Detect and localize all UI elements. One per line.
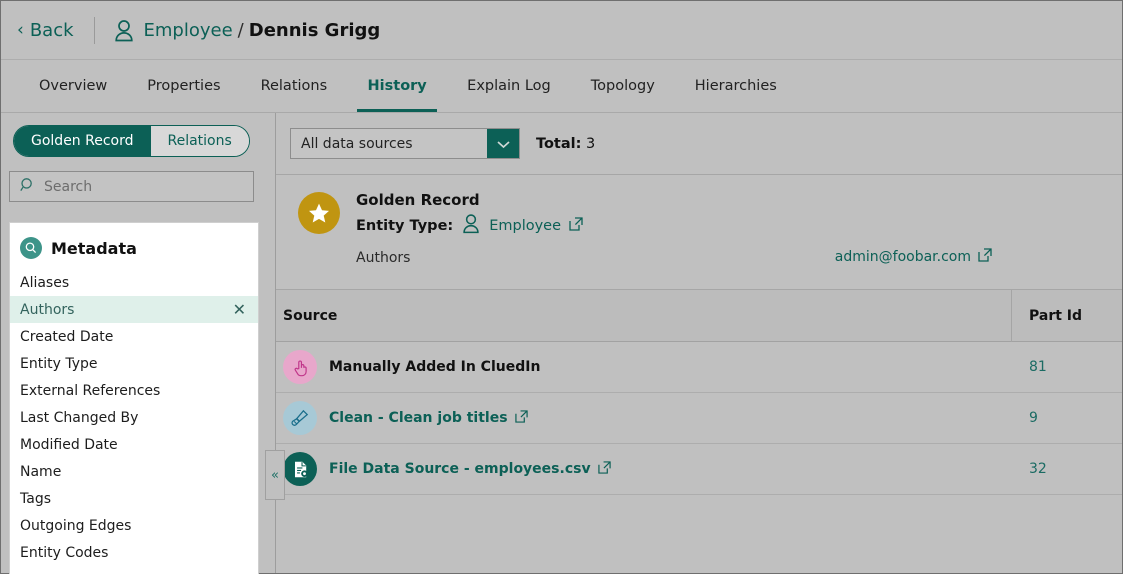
metadata-item-last-changed-by[interactable]: Last Changed By <box>10 404 258 431</box>
metadata-item-label: Entity Type <box>20 356 97 372</box>
total-label: Total: <box>536 136 581 152</box>
metadata-item-entity-codes[interactable]: Entity Codes <box>10 539 258 566</box>
page-title: Dennis Grigg <box>249 20 381 41</box>
total-value: 3 <box>586 136 595 152</box>
cell-part-id: 9 <box>1012 410 1122 426</box>
back-label: Back <box>30 20 74 41</box>
golden-record-card: Golden Record Entity Type: Employee <box>276 175 1122 290</box>
tab-relations[interactable]: Relations <box>241 60 348 112</box>
cell-source: File Data Source - employees.csv <box>276 452 1011 486</box>
entity-type-value[interactable]: Employee <box>489 218 561 234</box>
external-link-icon[interactable] <box>978 248 992 266</box>
tab-history[interactable]: History <box>347 60 447 112</box>
metadata-item-aliases[interactable]: Aliases <box>10 269 258 296</box>
column-header-part-id: Part Id <box>1012 308 1122 324</box>
metadata-item-outgoing-edges[interactable]: Outgoing Edges <box>10 512 258 539</box>
hand-touch-icon <box>283 350 317 384</box>
star-icon <box>298 192 340 234</box>
chevron-double-left-icon: « <box>271 468 279 483</box>
metadata-search-icon <box>20 237 42 259</box>
paint-brush-icon <box>283 401 317 435</box>
tab-hierarchies[interactable]: Hierarchies <box>675 60 797 112</box>
author-email-text: admin@foobar.com <box>835 249 971 265</box>
source-name: Clean - Clean job titles <box>329 410 508 426</box>
metadata-title: Metadata <box>51 239 137 258</box>
tab-explain-log[interactable]: Explain Log <box>447 60 571 112</box>
breadcrumb-entity-type[interactable]: Employee <box>144 20 233 41</box>
source-name: Manually Added In CluedIn <box>329 359 540 375</box>
search-box[interactable] <box>9 171 254 202</box>
chevron-down-icon[interactable] <box>487 129 519 158</box>
cell-source: Clean - Clean job titles <box>276 401 1011 435</box>
person-icon <box>461 213 481 238</box>
metadata-item-label: External References <box>20 383 160 399</box>
close-icon[interactable]: ✕ <box>233 300 246 319</box>
metadata-header: Metadata <box>10 231 258 269</box>
golden-record-title: Golden Record <box>356 191 583 209</box>
breadcrumb-separator: / <box>238 20 244 41</box>
sidebar-collapse-handle[interactable]: « <box>265 450 285 500</box>
page-header: ‹ Back Employee / Dennis Grigg <box>1 1 1122 60</box>
cell-source: Manually Added In CluedIn <box>276 350 1011 384</box>
cell-part-id: 32 <box>1012 461 1122 477</box>
entity-history-page: ‹ Back Employee / Dennis Grigg Overview … <box>0 0 1123 574</box>
table-row[interactable]: Manually Added In CluedIn 81 <box>276 342 1122 393</box>
sidebar: Golden Record Relations <box>1 113 276 573</box>
metadata-item-label: Aliases <box>20 275 69 291</box>
source-name: File Data Source - employees.csv <box>329 461 591 477</box>
main-content: All data sources Total: 3 <box>276 113 1122 573</box>
external-link-icon[interactable] <box>569 216 583 235</box>
tab-bar: Overview Properties Relations History Ex… <box>1 60 1122 113</box>
metadata-item-label: Name <box>20 464 61 480</box>
data-source-select[interactable]: All data sources <box>290 128 520 159</box>
column-header-source: Source <box>276 308 1011 324</box>
tab-topology[interactable]: Topology <box>571 60 675 112</box>
history-table: Source Part Id Manually Added In CluedIn <box>276 290 1122 573</box>
filter-bar: All data sources Total: 3 <box>276 113 1122 175</box>
metadata-item-entity-type[interactable]: Entity Type <box>10 350 258 377</box>
author-email-link[interactable]: admin@foobar.com <box>835 248 992 266</box>
metadata-item-created-date[interactable]: Created Date <box>10 323 258 350</box>
source-link[interactable]: Clean - Clean job titles <box>329 410 528 427</box>
person-icon <box>113 19 135 42</box>
metadata-item-label: Last Changed By <box>20 410 138 426</box>
metadata-item-name[interactable]: Name <box>10 458 258 485</box>
external-link-icon[interactable] <box>598 461 611 478</box>
record-mode-toggle: Golden Record Relations <box>13 125 250 157</box>
metadata-item-modified-date[interactable]: Modified Date <box>10 431 258 458</box>
file-gear-icon <box>283 452 317 486</box>
metadata-item-external-references[interactable]: External References <box>10 377 258 404</box>
search-input[interactable] <box>44 179 243 195</box>
tab-overview[interactable]: Overview <box>19 60 127 112</box>
metadata-item-label: Authors <box>20 302 74 318</box>
metadata-item-authors[interactable]: Authors ✕ <box>10 296 258 323</box>
page-body: Golden Record Relations <box>1 113 1122 573</box>
external-link-icon[interactable] <box>515 410 528 427</box>
total-count: Total: 3 <box>536 136 595 152</box>
metadata-item-label: Modified Date <box>20 437 118 453</box>
table-row[interactable]: Clean - Clean job titles 9 <box>276 393 1122 444</box>
table-row[interactable]: File Data Source - employees.csv 3 <box>276 444 1122 495</box>
metadata-item-tags[interactable]: Tags <box>10 485 258 512</box>
back-button[interactable]: ‹ Back <box>17 20 74 41</box>
toggle-relations[interactable]: Relations <box>151 126 249 156</box>
chevron-left-icon: ‹ <box>17 22 24 39</box>
search-icon <box>20 177 36 197</box>
table-header: Source Part Id <box>276 290 1122 342</box>
source-link[interactable]: File Data Source - employees.csv <box>329 461 611 478</box>
metadata-item-label: Tags <box>20 491 51 507</box>
metadata-item-label: Created Date <box>20 329 113 345</box>
data-source-select-value: All data sources <box>291 136 487 152</box>
metadata-panel: Metadata Aliases Authors ✕ Created Date … <box>9 222 259 574</box>
metadata-item-label: Outgoing Edges <box>20 518 131 534</box>
cell-part-id: 81 <box>1012 359 1122 375</box>
metadata-item-label: Entity Codes <box>20 545 108 561</box>
tab-properties[interactable]: Properties <box>127 60 240 112</box>
toggle-golden-record[interactable]: Golden Record <box>14 126 151 156</box>
header-divider <box>94 17 95 44</box>
entity-type-label: Entity Type: <box>356 218 453 234</box>
